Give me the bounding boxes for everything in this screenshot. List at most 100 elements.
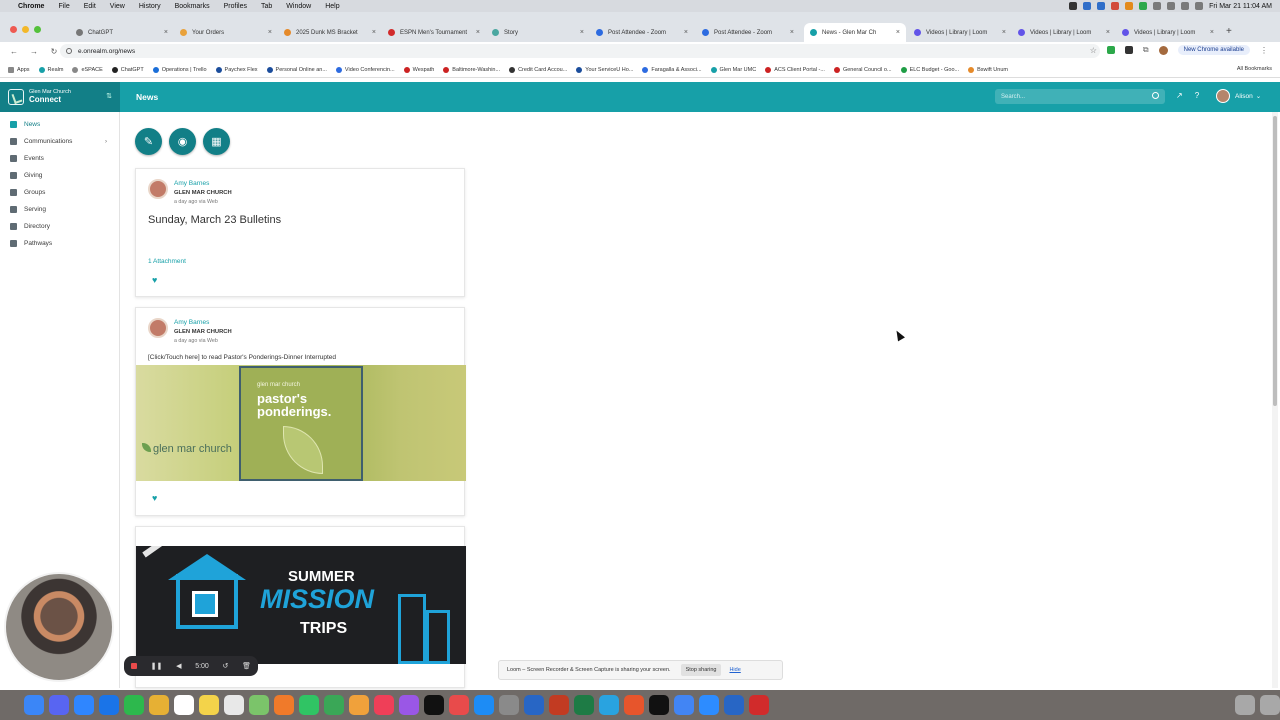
restart-icon[interactable]: ↺	[223, 662, 229, 670]
menu-tab[interactable]: Tab	[261, 3, 272, 10]
new-tab-button[interactable]: +	[1226, 26, 1232, 37]
notes-icon[interactable]	[199, 695, 219, 715]
sidebar-item-giving[interactable]: Giving	[0, 167, 119, 184]
menu-bookmarks[interactable]: Bookmarks	[175, 3, 210, 10]
new-event-button[interactable]: ▦	[203, 128, 230, 155]
trash-icon[interactable]: 🗑	[242, 662, 251, 670]
bluetooth-icon[interactable]	[1153, 2, 1162, 10]
menu-history[interactable]: History	[139, 3, 161, 10]
back-button[interactable]: ←	[8, 47, 20, 56]
attachment-link[interactable]: 1 Attachment	[148, 258, 186, 265]
sidebar-item-directory[interactable]: Directory	[0, 218, 119, 235]
new-chrome-button[interactable]: New Chrome available	[1177, 45, 1250, 55]
minimize-window-button[interactable]	[22, 26, 29, 33]
collapse-sidebar-icon[interactable]: ⇅	[106, 92, 112, 100]
pause-icon[interactable]: ❚❚	[151, 662, 163, 670]
avatar[interactable]	[148, 179, 168, 199]
author-name[interactable]: Amy Barnes	[174, 318, 232, 327]
close-tab-icon[interactable]: ×	[164, 29, 168, 36]
page-scrollbar[interactable]	[1272, 112, 1278, 688]
stop-recording-icon[interactable]	[130, 663, 137, 669]
menu-file[interactable]: File	[58, 3, 69, 10]
tab-loom-3[interactable]: Videos | Library | Loom ×	[1116, 23, 1220, 42]
powerpoint-icon[interactable]	[549, 695, 569, 715]
dropbox-icon[interactable]	[1069, 2, 1078, 10]
extensions-puzzle-icon[interactable]: ⧉	[1143, 45, 1149, 55]
bookmark-espace[interactable]: eSPACE	[72, 66, 103, 73]
stop-sharing-button[interactable]: Stop sharing	[680, 664, 722, 676]
acrobat-icon[interactable]	[749, 695, 769, 715]
news-app-icon[interactable]	[449, 695, 469, 715]
launchpad-icon[interactable]	[49, 695, 69, 715]
loom-status-icon[interactable]	[1111, 2, 1120, 10]
close-tab-icon[interactable]: ×	[684, 29, 688, 36]
sidebar-item-serving[interactable]: Serving	[0, 201, 119, 218]
all-bookmarks-button[interactable]: All Bookmarks	[1236, 66, 1272, 72]
bookmark-serviceu[interactable]: Your ServiceU Ho...	[576, 66, 633, 73]
settings-icon[interactable]	[499, 695, 519, 715]
close-tab-icon[interactable]: ×	[896, 29, 900, 36]
user-menu[interactable]: Alison ⌄	[1216, 89, 1261, 103]
close-window-button[interactable]	[10, 26, 17, 33]
bookmark-wespath[interactable]: Wespath	[403, 66, 434, 73]
facetime-icon[interactable]	[299, 695, 319, 715]
post-text-link[interactable]: [Click/Touch here] to read Pastor's Pond…	[148, 354, 336, 361]
new-photo-button[interactable]: ◉	[169, 128, 196, 155]
close-tab-icon[interactable]: ×	[476, 29, 480, 36]
tab-dunk-bracket[interactable]: 2025 Dunk MS Bracket ×	[278, 23, 382, 42]
reminders-icon[interactable]	[224, 695, 244, 715]
maps-icon[interactable]	[249, 695, 269, 715]
calendar-icon[interactable]	[174, 695, 194, 715]
bookmark-realm[interactable]: Realm	[38, 66, 63, 73]
wifi-icon[interactable]	[1167, 2, 1176, 10]
tab-espn[interactable]: ESPN Men's Tournament ×	[382, 23, 486, 42]
app-store-icon[interactable]	[474, 695, 494, 715]
podcasts-icon[interactable]	[399, 695, 419, 715]
trash-icon[interactable]	[1260, 695, 1280, 715]
notification-icon[interactable]	[1125, 2, 1134, 10]
menu-edit[interactable]: Edit	[84, 3, 96, 10]
bookmark-acs[interactable]: ACS Client Portal -...	[765, 66, 825, 73]
menu-help[interactable]: Help	[325, 3, 339, 10]
skype-icon[interactable]	[599, 695, 619, 715]
menu-chrome[interactable]: Chrome	[18, 3, 44, 10]
close-tab-icon[interactable]: ×	[372, 29, 376, 36]
bookmark-glen-mar-umc[interactable]: Glen Mar UMC	[710, 66, 756, 73]
chrome-menu-icon[interactable]: ⋮	[1260, 46, 1268, 55]
finder-icon[interactable]	[24, 695, 44, 715]
bookmark-elc-budget[interactable]: ELC Budget - Goo...	[900, 66, 959, 73]
tab-zoom-1[interactable]: Post Attendee - Zoom ×	[590, 23, 694, 42]
bookmark-credit-card[interactable]: Credit Card Accou...	[509, 66, 567, 73]
chrome-icon[interactable]	[674, 695, 694, 715]
bookmark-general-council[interactable]: General Council o...	[833, 66, 892, 73]
bookmark-chatgpt[interactable]: ChatGPT	[111, 66, 144, 73]
tiktok-icon[interactable]	[649, 695, 669, 715]
tab-loom-1[interactable]: Videos | Library | Loom ×	[908, 23, 1012, 42]
tab-loom-2[interactable]: Videos | Library | Loom ×	[1012, 23, 1116, 42]
extension-icon[interactable]	[1106, 46, 1115, 54]
numbers-icon[interactable]	[324, 695, 344, 715]
hide-button[interactable]: Hide	[729, 667, 740, 673]
author-name[interactable]: Amy Barnes	[174, 179, 232, 188]
outlook-icon[interactable]	[724, 695, 744, 715]
bookmark-faragalla[interactable]: Faragalla & Associ...	[642, 66, 702, 73]
sidebar-item-groups[interactable]: Groups	[0, 184, 119, 201]
scrollbar-thumb[interactable]	[1273, 116, 1277, 406]
sidebar-item-pathways[interactable]: Pathways	[0, 235, 119, 252]
tab-story[interactable]: Story ×	[486, 23, 590, 42]
tv-icon[interactable]	[424, 695, 444, 715]
forward-button[interactable]: →	[28, 47, 40, 56]
app-logo[interactable]: Glen Mar Church Connect ⇅	[0, 82, 120, 112]
close-tab-icon[interactable]: ×	[1210, 29, 1214, 36]
bookmark-personal-online[interactable]: Personal Online an...	[266, 66, 327, 73]
safari-icon[interactable]	[74, 695, 94, 715]
search-icon[interactable]	[1152, 92, 1159, 99]
quick-action-icon[interactable]: ↗	[1176, 91, 1183, 100]
sidebar-item-communications[interactable]: Communications ›	[0, 133, 119, 150]
menu-profiles[interactable]: Profiles	[224, 3, 247, 10]
tab-zoom-2[interactable]: Post Attendee - Zoom ×	[696, 23, 800, 42]
menu-view[interactable]: View	[110, 3, 125, 10]
profile-avatar[interactable]	[1158, 45, 1168, 55]
url-field[interactable]: e.onrealm.org/news	[60, 44, 1100, 58]
sidebar-item-events[interactable]: Events	[0, 150, 119, 167]
